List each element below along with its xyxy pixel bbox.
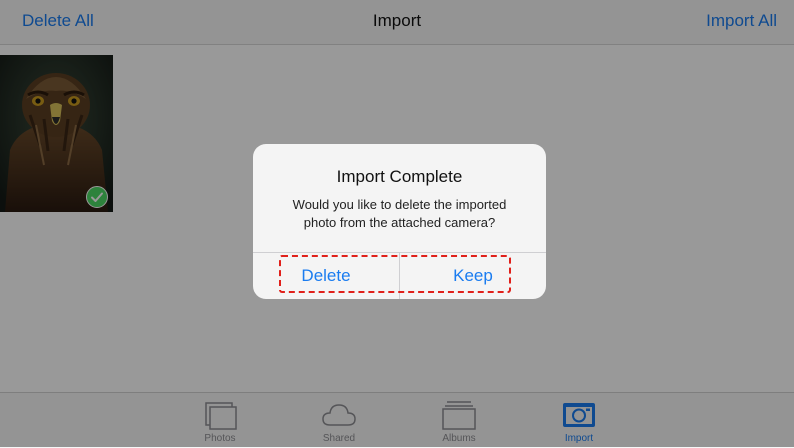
delete-button[interactable]: Delete [253, 253, 399, 299]
alert-message-line: photo from the attached camera? [303, 215, 496, 230]
alert-title: Import Complete [336, 167, 463, 186]
keep-button[interactable]: Keep [400, 253, 546, 299]
alert-message-line: Would you like to delete the imported [292, 197, 507, 212]
alert-message: Would you like to delete the imported ph… [271, 196, 528, 232]
import-complete-alert: Import Complete Would you like to delete… [253, 144, 546, 299]
